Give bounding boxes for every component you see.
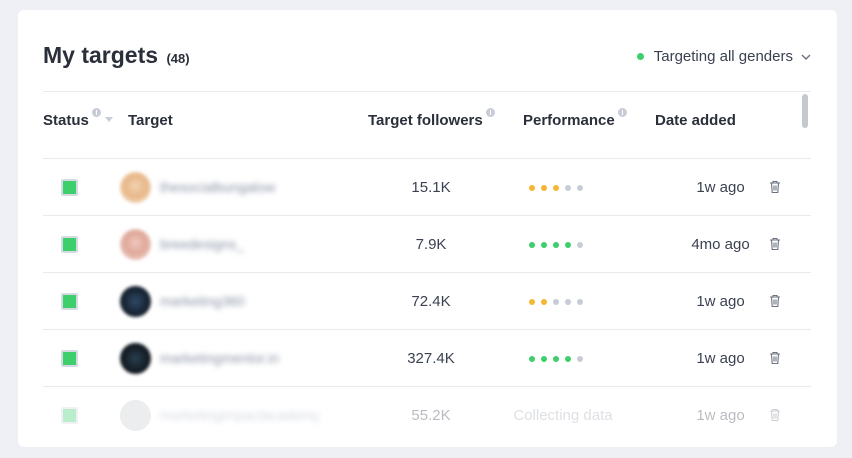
targets-table: Status Target Target followers Performan… bbox=[43, 91, 813, 447]
perf-dot bbox=[541, 299, 547, 305]
perf-dot bbox=[577, 185, 583, 191]
perf-dot bbox=[577, 356, 583, 362]
scrollbar-thumb[interactable] bbox=[802, 94, 808, 128]
column-header-followers[interactable]: Target followers bbox=[368, 108, 495, 129]
date-added: 4mo ago bbox=[691, 236, 750, 253]
perf-dot bbox=[541, 185, 547, 191]
perf-dot bbox=[565, 185, 571, 191]
target-username[interactable]: marketing360 bbox=[160, 293, 245, 309]
sort-down-icon[interactable] bbox=[104, 117, 113, 122]
info-icon[interactable] bbox=[617, 108, 627, 117]
performance-status: Collecting data bbox=[513, 407, 613, 424]
table-row[interactable]: breedesigns_ 7.9K 4mo ago bbox=[43, 216, 811, 273]
target-count: (48) bbox=[166, 51, 190, 66]
gender-filter-dropdown[interactable]: Targeting all genders bbox=[636, 48, 811, 65]
avatar[interactable] bbox=[120, 343, 151, 374]
column-header-status[interactable]: Status bbox=[43, 108, 113, 129]
trash-icon[interactable] bbox=[769, 408, 781, 422]
followers-count: 72.4K bbox=[411, 293, 451, 310]
target-username[interactable]: breedesigns_ bbox=[160, 236, 244, 252]
status-header-label: Status bbox=[43, 112, 89, 129]
column-header-performance[interactable]: Performance bbox=[523, 108, 627, 129]
performance-rating bbox=[529, 299, 583, 305]
table-row[interactable]: thesocialbungalow 15.1K 1w ago bbox=[43, 159, 811, 216]
performance-header-label: Performance bbox=[523, 112, 615, 129]
trash-icon[interactable] bbox=[769, 351, 781, 365]
page-title: My targets (48) bbox=[43, 42, 190, 69]
avatar[interactable] bbox=[120, 400, 151, 431]
target-username[interactable]: marketingmentor.in bbox=[160, 350, 279, 366]
followers-count: 327.4K bbox=[407, 350, 455, 367]
followers-count: 7.9K bbox=[415, 236, 447, 253]
perf-dot bbox=[529, 185, 535, 191]
table-row[interactable]: marketingimpactacademy 55.2K Collecting … bbox=[43, 387, 811, 444]
trash-icon[interactable] bbox=[769, 180, 781, 194]
followers-header-label: Target followers bbox=[368, 112, 483, 129]
perf-dot bbox=[529, 299, 535, 305]
followers-count: 15.1K bbox=[411, 179, 451, 196]
column-header-date[interactable]: Date added bbox=[655, 112, 736, 129]
table-row[interactable]: marketing360 72.4K 1w ago bbox=[43, 273, 811, 330]
divider bbox=[43, 91, 811, 92]
perf-dot bbox=[577, 299, 583, 305]
perf-dot bbox=[565, 356, 571, 362]
perf-dot bbox=[565, 299, 571, 305]
avatar[interactable] bbox=[120, 286, 151, 317]
chevron-down-icon bbox=[801, 54, 811, 60]
date-added: 1w ago bbox=[696, 293, 745, 310]
date-added: 1w ago bbox=[696, 179, 745, 196]
perf-dot bbox=[553, 185, 559, 191]
status-checkbox[interactable] bbox=[61, 293, 78, 310]
date-added: 1w ago bbox=[696, 350, 745, 367]
perf-dot bbox=[553, 299, 559, 305]
trash-icon[interactable] bbox=[769, 294, 781, 308]
date-added: 1w ago bbox=[696, 407, 745, 424]
info-icon[interactable] bbox=[485, 108, 495, 117]
scrollbar-track[interactable] bbox=[798, 92, 810, 417]
perf-dot bbox=[541, 356, 547, 362]
performance-rating bbox=[529, 242, 583, 248]
trash-icon[interactable] bbox=[769, 237, 781, 251]
status-checkbox[interactable] bbox=[61, 350, 78, 367]
performance-rating bbox=[529, 356, 583, 362]
perf-dot bbox=[541, 242, 547, 248]
target-header-label: Target bbox=[128, 112, 173, 129]
avatar[interactable] bbox=[120, 229, 151, 260]
target-username[interactable]: marketingimpactacademy bbox=[160, 407, 320, 423]
avatar[interactable] bbox=[120, 172, 151, 203]
status-checkbox[interactable] bbox=[61, 179, 78, 196]
status-checkbox[interactable] bbox=[61, 236, 78, 253]
perf-dot bbox=[529, 356, 535, 362]
target-username[interactable]: thesocialbungalow bbox=[160, 179, 275, 195]
targets-card: My targets (48) Targeting all genders St… bbox=[18, 10, 837, 447]
status-checkbox[interactable] bbox=[61, 407, 78, 424]
performance-rating bbox=[529, 185, 583, 191]
date-header-label: Date added bbox=[655, 112, 736, 129]
table-row[interactable]: marketingmentor.in 327.4K 1w ago bbox=[43, 330, 811, 387]
title-text: My targets bbox=[43, 42, 159, 68]
followers-count: 55.2K bbox=[411, 407, 451, 424]
perf-dot bbox=[565, 242, 571, 248]
perf-dot bbox=[529, 242, 535, 248]
gender-filter-label: Targeting all genders bbox=[653, 48, 793, 65]
perf-dot bbox=[553, 242, 559, 248]
info-icon[interactable] bbox=[91, 108, 101, 117]
perf-dot bbox=[553, 356, 559, 362]
status-dot-icon bbox=[636, 53, 644, 60]
column-header-target: Target bbox=[128, 112, 173, 129]
perf-dot bbox=[577, 242, 583, 248]
